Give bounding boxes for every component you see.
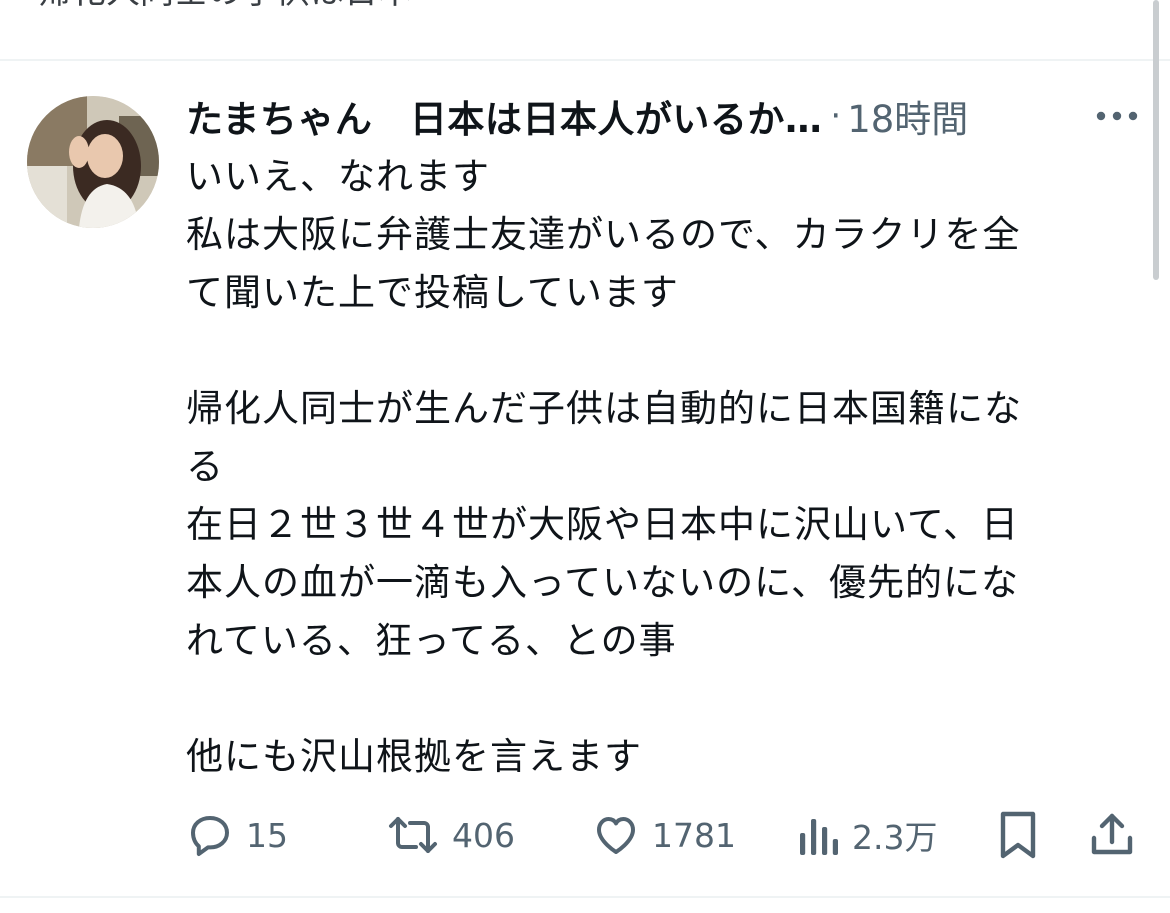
view-count: 2.3万 [852,818,938,857]
more-horizontal-icon[interactable] [1094,103,1140,129]
post-paragraph: 帰化人同士が生んだ子供は自動的に日本国籍にな る 在日２世３世４世が大阪や日本中… [186,387,1022,662]
like-button[interactable]: 1781 [592,805,736,865]
bottom-divider [0,896,1170,898]
reply-button[interactable]: 15 [186,805,288,865]
reply-count: 15 [246,815,288,855]
post-timestamp[interactable]: 18時間 [847,89,968,143]
post-paragraph: 他にも沢山根拠を言えます [186,735,642,778]
action-bar: 15 406 1781 2.3万 [184,805,1144,865]
post-header: たまちゃん 日本は日本人がいるか… · 18時間 [186,88,1086,144]
repost-count: 406 [452,815,515,855]
share-upload-icon [1088,810,1136,860]
heart-icon [592,811,640,859]
views-button[interactable]: 2.3万 [796,805,937,865]
post-body: いいえ、なれます 私は大阪に弁護士友達がいるので、カラクリを全 て聞いた上で投稿… [186,148,1121,786]
bar-chart-icon [796,811,840,859]
header-separator: · [830,96,842,136]
reply-bubble-icon [186,811,234,859]
bookmark-button[interactable] [996,805,1040,865]
bookmark-icon [996,809,1040,861]
author-name[interactable]: たまちゃん 日本は日本人がいるか… [186,89,822,143]
like-count: 1781 [652,815,736,855]
repost-button[interactable]: 406 [386,805,515,865]
post-paragraph: いいえ、なれます 私は大阪に弁護士友達がいるので、カラクリを全 て聞いた上で投稿… [186,155,1021,314]
share-button[interactable] [1088,805,1136,865]
scrollbar-thumb[interactable] [1153,0,1159,280]
repost-arrows-icon [386,811,440,859]
previous-post-tail-text: 帰化人同士の子供は日本 [38,0,412,13]
avatar[interactable] [27,96,159,228]
post-divider [0,59,1170,61]
